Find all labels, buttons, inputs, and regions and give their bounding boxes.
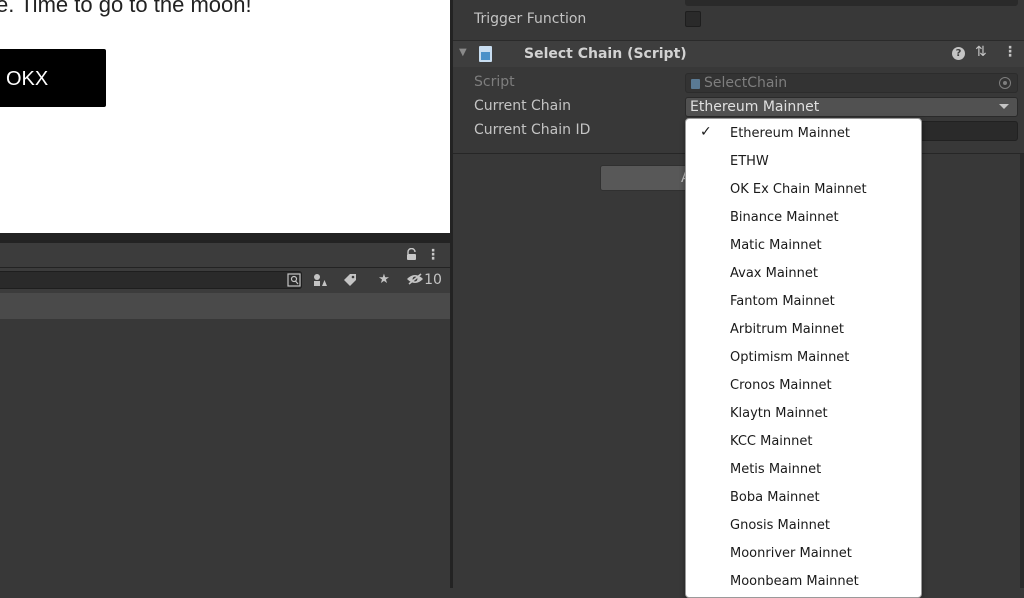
script-icon [691, 79, 700, 89]
okx-button-label[interactable]: OKX [6, 68, 48, 91]
chain-option-label: Metis Mainnet [730, 462, 822, 477]
chain-option[interactable]: KCC Mainnet [686, 427, 921, 455]
game-view: e. Time to go to the moon! OKX [0, 0, 450, 233]
project-panel: ⋮ ★ 10 [0, 243, 450, 588]
script-label: Script [474, 74, 515, 90]
chain-option-label: Boba Mainnet [730, 490, 820, 505]
component-title: Select Chain (Script) [524, 46, 687, 62]
chain-option-label: Cronos Mainnet [730, 378, 832, 393]
current-chain-label: Current Chain [474, 98, 572, 114]
scene-visibility-icon[interactable] [309, 270, 331, 290]
kebab-menu-icon[interactable]: ⋮ [1003, 44, 1017, 60]
chain-option[interactable]: Optimism Mainnet [686, 343, 921, 371]
chain-option[interactable]: Cronos Mainnet [686, 371, 921, 399]
chain-option[interactable]: ETHW [686, 147, 921, 175]
trigger-function-label: Trigger Function [474, 11, 587, 27]
current-chain-id-label: Current Chain ID [474, 122, 591, 138]
chain-option-label: Binance Mainnet [730, 210, 839, 225]
kebab-menu-icon[interactable]: ⋮ [426, 247, 440, 263]
component-header[interactable]: ▼ Select Chain (Script) ? ⇅ ⋮ [453, 41, 1024, 67]
search-by-type-icon[interactable] [283, 270, 305, 290]
chain-option-label: OK Ex Chain Mainnet [730, 182, 867, 197]
chain-option[interactable]: Fantom Mainnet [686, 287, 921, 315]
chain-option-label: Klaytn Mainnet [730, 406, 828, 421]
label-icon[interactable] [339, 270, 361, 290]
chain-option-label: Avax Mainnet [730, 266, 818, 281]
current-chain-dropdown[interactable]: Ethereum Mainnet [685, 97, 1018, 117]
api-key-field[interactable] [685, 0, 1018, 6]
script-field-value: SelectChain [704, 75, 788, 91]
chain-option-label: Ethereum Mainnet [730, 126, 851, 141]
preset-icon[interactable]: ⇅ [975, 44, 987, 60]
current-chain-value: Ethereum Mainnet [690, 99, 820, 115]
chain-dropdown-menu: ✓ Ethereum Mainnet ETHW OK Ex Chain Mainnet… [685, 118, 922, 598]
lock-icon[interactable] [406, 247, 417, 261]
object-picker-icon[interactable] [999, 77, 1011, 89]
chain-option[interactable]: Boba Mainnet [686, 483, 921, 511]
chain-option[interactable]: OK Ex Chain Mainnet [686, 175, 921, 203]
trigger-function-checkbox[interactable] [685, 11, 701, 27]
chain-option[interactable]: Metis Mainnet [686, 455, 921, 483]
chain-option-label: ETHW [730, 154, 769, 169]
game-tagline: e. Time to go to the moon! [0, 0, 252, 17]
chain-option[interactable]: Moonbeam Mainnet [686, 567, 921, 595]
check-icon: ✓ [700, 124, 712, 140]
inspector-scrollbar[interactable] [1020, 154, 1024, 588]
chain-option-label: Moonbeam Mainnet [730, 574, 859, 589]
project-panel-header: ⋮ [0, 243, 450, 268]
help-icon[interactable]: ? [952, 47, 965, 60]
hidden-count: 10 [424, 272, 442, 288]
project-toolbar: ★ 10 [0, 268, 450, 293]
chain-option[interactable]: ✓ Ethereum Mainnet [686, 119, 921, 147]
search-input[interactable] [0, 271, 302, 289]
chain-option-label: Moonriver Mainnet [730, 546, 852, 561]
object-picker-dot [1003, 81, 1007, 85]
chain-option[interactable]: Matic Mainnet [686, 231, 921, 259]
favorite-star-icon[interactable]: ★ [373, 270, 395, 290]
chain-option-label: KCC Mainnet [730, 434, 813, 449]
fold-arrow-icon[interactable]: ▼ [459, 47, 467, 58]
chain-option-label: Arbitrum Mainnet [730, 322, 844, 337]
chain-option[interactable]: Binance Mainnet [686, 203, 921, 231]
chain-option[interactable]: Arbitrum Mainnet [686, 315, 921, 343]
chain-option[interactable]: Avax Mainnet [686, 259, 921, 287]
chain-option-label: Fantom Mainnet [730, 294, 835, 309]
project-content-header [0, 293, 450, 319]
chain-option-label: Matic Mainnet [730, 238, 822, 253]
chevron-down-icon [999, 104, 1009, 109]
chain-option[interactable]: Gnosis Mainnet [686, 511, 921, 539]
panel-divider[interactable] [0, 233, 450, 243]
chain-option-label: Optimism Mainnet [730, 350, 850, 365]
chain-option-label: Gnosis Mainnet [730, 518, 830, 533]
script-icon-glyph [481, 52, 490, 60]
script-icon [479, 46, 492, 62]
script-field: SelectChain [685, 73, 1018, 93]
chain-option[interactable]: Klaytn Mainnet [686, 399, 921, 427]
hidden-count-eye-icon[interactable]: 10 [403, 270, 445, 290]
chain-option[interactable]: Moonriver Mainnet [686, 539, 921, 567]
